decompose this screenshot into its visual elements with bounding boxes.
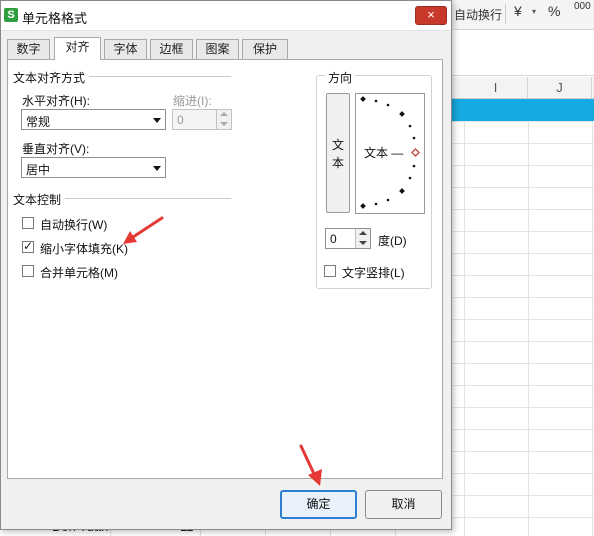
vertical-text-char: 本 [332,156,345,170]
dial-dot [408,176,412,180]
vertical-text-button[interactable]: 文 本 [326,93,350,213]
wrap-text-label: 自动换行(W) [40,218,108,232]
chevron-down-icon[interactable] [359,241,367,245]
indent-label: 缩进(I): [173,94,212,108]
dial-pointer-diamond[interactable] [411,148,420,157]
dial-dot [412,164,416,168]
stepper-buttons[interactable] [355,229,370,248]
stepper-buttons[interactable] [216,110,231,129]
tab-protection[interactable]: 保护 [242,39,288,59]
dial-marker-diamond [399,188,405,194]
dialog-titlebar[interactable]: S 单元格格式 × [1,1,451,31]
annotation-arrow-icon [299,444,322,486]
currency-format-button[interactable]: ¥ [514,3,522,19]
vertical-align-select[interactable]: 居中 [21,157,166,178]
tab-alignment[interactable]: 对齐 [54,37,101,60]
text-control-section-label: 文本控制 [13,193,62,207]
tab-border[interactable]: 边框 [150,39,193,59]
section-divider [65,198,231,199]
degrees-stepper[interactable]: 0 [325,228,371,249]
vertical-align-label: 垂直对齐(V): [22,142,90,156]
dial-dot [408,124,412,128]
chevron-up-icon[interactable] [359,231,367,235]
chevron-down-icon [153,118,161,123]
dialog-title: 单元格格式 [22,11,88,26]
horizontal-align-label: 水平对齐(H): [22,94,90,108]
dial-marker-diamond [399,111,405,117]
merge-cells-option[interactable]: 合并单元格(M) [22,263,152,280]
cell-grid[interactable] [452,121,594,536]
section-divider [89,76,231,77]
annotation-arrow-icon [123,216,164,244]
dial-text: 文本 — [364,145,403,160]
selected-row-highlight [452,99,594,121]
wrap-text-button[interactable]: 自动换行 [454,6,502,23]
column-header-i[interactable]: I [464,77,528,99]
toolbar-separator [505,4,506,24]
formula-area [452,30,594,76]
dial-dot [374,202,378,206]
horizontal-align-select[interactable]: 常规 [21,109,166,130]
chevron-down-icon [153,166,161,171]
merge-cells-checkbox[interactable] [22,265,34,277]
dial-marker-diamond [360,203,366,209]
dial-graphic: 文本 — [360,96,420,209]
close-button[interactable]: × [415,6,447,25]
ok-button[interactable]: 确定 [280,490,357,519]
vertical-text-char: 文 [332,138,345,152]
vertical-stack-checkbox[interactable] [324,265,336,277]
vertical-stack-label: 文字竖排(L) [342,266,405,280]
dial-dot [386,198,390,202]
degrees-label: 度(D) [378,234,407,248]
tab-font[interactable]: 字体 [104,39,147,59]
chevron-down-icon[interactable] [220,122,228,126]
indent-value: 0 [177,113,184,127]
orientation-section-label: 方向 [325,69,356,86]
vertical-stack-option[interactable]: 文字竖排(L) [324,263,424,280]
shrink-to-fit-label: 缩小字体填充(K) [40,242,128,256]
column-header-bar: I J [452,77,594,99]
ribbon-toolbar: 自动换行 ¥ ▾ % 000 [452,0,594,30]
vertical-align-value: 居中 [26,163,51,177]
dial-dot [374,99,378,103]
tab-number[interactable]: 数字 [7,39,50,59]
thousands-separator-button[interactable]: 000 [574,1,591,12]
dial-marker-diamond [360,96,366,102]
degrees-value: 0 [330,232,337,246]
percent-format-button[interactable]: % [548,3,560,19]
wrap-text-checkbox[interactable] [22,217,34,229]
indent-stepper[interactable]: 0 [172,109,232,130]
merge-cells-label: 合并单元格(M) [40,266,118,280]
tab-pattern[interactable]: 图案 [196,39,239,59]
app-logo-icon: S [4,8,18,22]
shrink-to-fit-checkbox[interactable]: ✓ [22,239,34,253]
format-cells-dialog: S 单元格格式 × 数字 对齐 字体 边框 图案 保护 文本对齐方式 水平对齐(… [0,0,452,530]
horizontal-align-value: 常规 [26,115,51,129]
chevron-down-icon[interactable]: ▾ [532,7,536,16]
chevron-up-icon[interactable] [220,112,228,116]
dial-dot [386,103,390,107]
cancel-button[interactable]: 取消 [365,490,442,519]
column-header-j[interactable]: J [528,77,592,99]
dial-dot [412,136,416,140]
text-alignment-section-label: 文本对齐方式 [13,71,86,85]
orientation-dial[interactable]: 文本 — [355,93,425,214]
check-icon: ✓ [23,239,34,253]
